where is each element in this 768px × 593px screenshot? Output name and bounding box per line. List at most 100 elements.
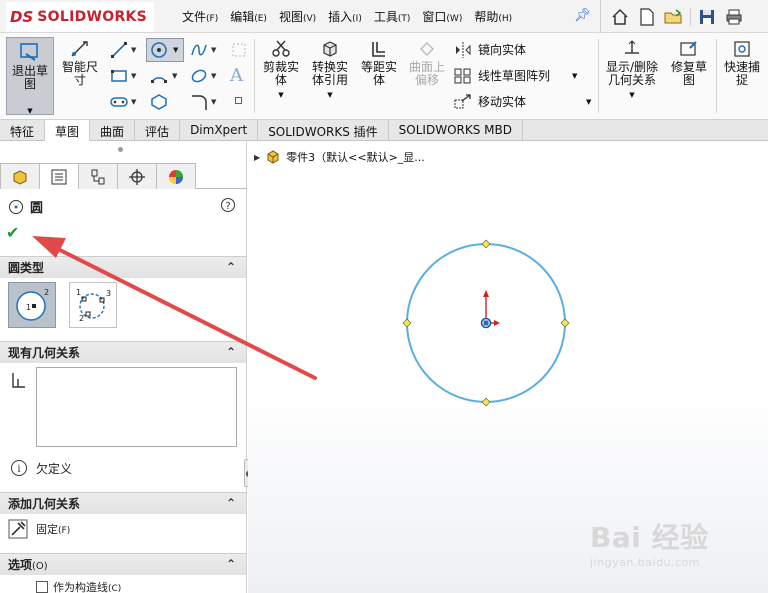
- options-section-header[interactable]: 选项(O) ⌃: [0, 553, 246, 575]
- menu-tools[interactable]: 工具(T): [368, 8, 417, 25]
- menu-window[interactable]: 窗口(W): [416, 8, 468, 25]
- menu-help[interactable]: 帮助(H): [468, 8, 518, 25]
- fillet-icon[interactable]: [190, 67, 208, 85]
- chevron-down-icon[interactable]: ▼: [173, 46, 178, 54]
- polygon-icon[interactable]: [150, 93, 168, 111]
- chevron-up-icon[interactable]: ⌃: [226, 557, 236, 571]
- construction-geometry-option[interactable]: 作为构造线(C): [36, 579, 121, 593]
- move-entities-label: 移动实体: [478, 95, 527, 109]
- linear-pattern-button[interactable]: 线性草图阵列 ▼: [454, 67, 577, 84]
- existing-relations-section-header[interactable]: 现有几何关系 ⌃: [0, 341, 246, 363]
- chevron-down-icon[interactable]: ▼: [258, 89, 304, 102]
- chevron-down-icon[interactable]: ▼: [572, 72, 577, 80]
- chevron-up-icon[interactable]: ⌃: [226, 260, 236, 274]
- point-icon[interactable]: [235, 97, 242, 104]
- tab-addins[interactable]: SOLIDWORKS 插件: [258, 120, 389, 141]
- existing-relations-list[interactable]: [36, 367, 237, 447]
- svg-text:?: ?: [225, 201, 230, 212]
- save-icon[interactable]: [696, 6, 718, 28]
- property-manager-tab[interactable]: [39, 163, 79, 189]
- fix-label: 固定: [36, 523, 58, 536]
- chevron-down-icon[interactable]: ▼: [306, 89, 354, 102]
- property-header: 圆: [8, 197, 43, 216]
- add-relations-heading: 添加几何关系: [8, 497, 81, 511]
- svg-text:i: i: [17, 464, 20, 475]
- trim-entities-button[interactable]: 剪裁实 体 ▼: [258, 39, 304, 102]
- dimxpert-manager-tab[interactable]: [117, 163, 157, 189]
- tab-evaluate[interactable]: 评估: [135, 120, 181, 141]
- chevron-down-icon[interactable]: ▼: [211, 46, 216, 54]
- menu-file[interactable]: 文件(F): [176, 8, 224, 25]
- move-entities-button[interactable]: 移动实体 ▼: [454, 93, 591, 110]
- chevron-down-icon[interactable]: ▼: [131, 72, 136, 80]
- chevron-down-icon[interactable]: ▼: [131, 46, 136, 54]
- arc-icon[interactable]: [150, 67, 168, 85]
- circle-tool-button[interactable]: ▼: [146, 38, 184, 62]
- print-icon[interactable]: [723, 6, 745, 28]
- center-circle-option[interactable]: 1 2: [8, 282, 56, 328]
- status-row: i 欠定义: [10, 459, 72, 477]
- spline-icon[interactable]: [190, 41, 208, 59]
- display-manager-tab[interactable]: [156, 163, 196, 189]
- line-icon[interactable]: [110, 41, 128, 59]
- offset-entities-button[interactable]: 等距实 体: [356, 39, 402, 87]
- slot-icon[interactable]: [110, 93, 128, 111]
- configuration-manager-tab[interactable]: [78, 163, 118, 189]
- chevron-down-icon[interactable]: ▼: [211, 98, 216, 106]
- tab-mbd[interactable]: SOLIDWORKS MBD: [389, 120, 523, 141]
- chevron-up-icon[interactable]: ⌃: [226, 345, 236, 359]
- panel-grip[interactable]: [118, 147, 123, 152]
- watermark-logo-text: Bai 经验: [590, 521, 709, 554]
- chevron-down-icon[interactable]: ▼: [172, 72, 177, 80]
- tab-surfaces[interactable]: 曲面: [90, 120, 136, 141]
- menu-edit[interactable]: 编辑(E): [224, 8, 273, 25]
- linear-pattern-label: 线性草图阵列: [478, 69, 551, 83]
- help-icon[interactable]: ?: [220, 197, 236, 213]
- smart-dimension-button[interactable]: 智能尺 寸: [58, 39, 102, 87]
- convert-entities-button[interactable]: 转换实 体引用 ▼: [306, 39, 354, 102]
- solidworks-logo[interactable]: DS SOLIDWORKS: [6, 2, 154, 32]
- appearance-icon: [169, 169, 183, 184]
- perimeter-circle-option[interactable]: 1 2 3: [69, 282, 117, 328]
- chevron-up-icon[interactable]: ⌃: [226, 496, 236, 510]
- tab-sketch[interactable]: 草图: [45, 120, 91, 141]
- construction-checkbox[interactable]: [36, 581, 48, 593]
- mirror-entities-button[interactable]: 镜向实体: [454, 41, 526, 58]
- repair-sketch-icon: [680, 41, 697, 56]
- circle-quadrant-handle[interactable]: [402, 318, 412, 328]
- circle-type-section-header[interactable]: 圆类型 ⌃: [0, 256, 246, 278]
- tab-dimxpert[interactable]: DimXpert: [180, 120, 259, 141]
- feature-manager-tab[interactable]: [0, 163, 40, 189]
- tab-features[interactable]: 特征: [0, 120, 46, 141]
- open-folder-icon[interactable]: [663, 6, 685, 28]
- display-delete-relations-button[interactable]: 显示/删除 几何关系 ▼: [602, 39, 662, 102]
- offset-on-surface-button[interactable]: 曲面上 偏移: [404, 39, 450, 87]
- chevron-down-icon[interactable]: ▼: [131, 98, 136, 106]
- circle-quadrant-handle[interactable]: [481, 239, 491, 249]
- circle-quadrant-handle[interactable]: [481, 397, 491, 407]
- home-icon[interactable]: [609, 6, 631, 28]
- new-document-icon[interactable]: [636, 6, 658, 28]
- menu-view[interactable]: 视图(V): [273, 8, 322, 25]
- menu-insert[interactable]: 插入(I): [322, 8, 368, 25]
- show-delete-label-2: 几何关系: [607, 73, 656, 87]
- pin-icon[interactable]: 📌︎: [574, 8, 591, 23]
- add-relations-section-header[interactable]: 添加几何关系 ⌃: [0, 492, 246, 514]
- ok-checkmark-icon[interactable]: ✔: [6, 223, 19, 242]
- chevron-down-icon[interactable]: ▼: [211, 72, 216, 80]
- exit-sketch-icon: [20, 43, 38, 61]
- exit-sketch-button[interactable]: 退出草图 ▼: [6, 37, 54, 115]
- circle-quadrant-handle[interactable]: [560, 318, 570, 328]
- center-circle-icon: 1 2: [16, 288, 49, 321]
- sketch-fillet-icon[interactable]: [190, 93, 208, 111]
- quick-snaps-button[interactable]: 快速捕 捉: [718, 39, 766, 87]
- command-manager-ribbon: 退出草图 ▼ 智能尺 寸 ▼ ▼ ▼ ▼ ▼ ▼ A ▼ ▼ 剪裁实 体 ▼ 转…: [0, 33, 768, 120]
- chevron-down-icon[interactable]: ▼: [602, 89, 662, 102]
- chevron-down-icon[interactable]: ▼: [586, 98, 591, 106]
- manager-tabs: [0, 163, 247, 189]
- fix-relation-option[interactable]: 固定(F): [8, 519, 70, 539]
- text-icon[interactable]: A: [230, 65, 243, 86]
- rectangle-icon[interactable]: [110, 67, 128, 85]
- chevron-down-icon[interactable]: ▼: [7, 105, 53, 118]
- repair-sketch-button[interactable]: 修复草 图: [666, 39, 712, 87]
